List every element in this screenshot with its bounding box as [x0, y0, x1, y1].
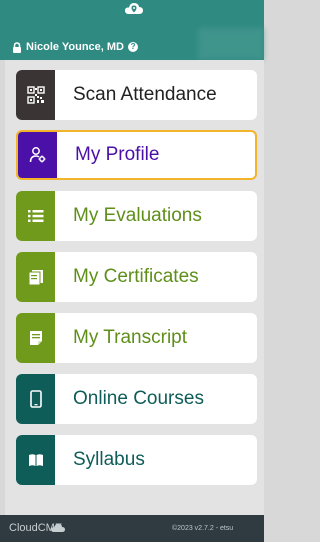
- menu-item-label: Scan Attendance: [73, 84, 217, 105]
- menu-item-my-profile[interactable]: My Profile: [16, 130, 257, 180]
- menu-item-label: My Evaluations: [73, 205, 202, 226]
- location-pin-cloud-icon: [125, 3, 143, 14]
- menu-item-my-certificates[interactable]: My Certificates: [16, 252, 257, 302]
- menu-item-my-transcript[interactable]: My Transcript: [16, 313, 257, 363]
- transcript-icon: [16, 313, 55, 363]
- app-footer: CloudCME ©2023 v2.7.2 - etsu: [0, 515, 264, 542]
- certificate-icon: [16, 252, 55, 302]
- menu-item-label: Syllabus: [73, 449, 145, 470]
- app-header: Nicole Younce, MD ?: [0, 0, 264, 60]
- footer-version: ©2023 v2.7.2 - etsu: [172, 525, 234, 532]
- menu-item-syllabus[interactable]: Syllabus: [16, 435, 257, 485]
- lock-icon: [13, 41, 21, 53]
- qr-code-icon: [16, 70, 55, 120]
- menu-item-label: My Certificates: [73, 266, 199, 287]
- menu-item-online-courses[interactable]: Online Courses: [16, 374, 257, 424]
- menu-item-label: My Transcript: [73, 327, 188, 348]
- blurred-region: [198, 28, 264, 60]
- menu-item-label: Online Courses: [73, 388, 204, 409]
- mobile-icon: [16, 374, 55, 424]
- user-name: Nicole Younce, MD: [26, 41, 125, 53]
- book-icon: [16, 435, 55, 485]
- user-gear-icon: [18, 132, 57, 178]
- cloud-icon: [51, 524, 65, 532]
- list-icon: [16, 191, 55, 241]
- user-info[interactable]: Nicole Younce, MD ?: [12, 40, 139, 54]
- help-icon[interactable]: ?: [128, 42, 139, 52]
- menu-item-label: My Profile: [75, 144, 160, 165]
- menu-item-scan-attendance[interactable]: Scan Attendance: [16, 70, 257, 120]
- menu-item-my-evaluations[interactable]: My Evaluations: [16, 191, 257, 241]
